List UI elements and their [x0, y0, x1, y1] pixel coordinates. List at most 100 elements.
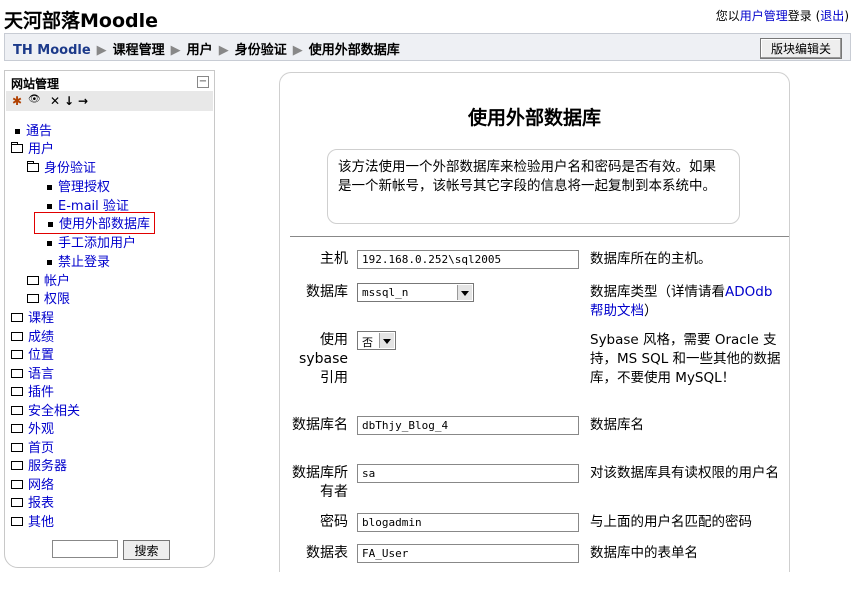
tree-item-label[interactable]: 网络 — [28, 478, 54, 493]
breadcrumb-sep-icon: ▶ — [96, 43, 107, 58]
move-down-icon[interactable]: ↓ — [64, 94, 74, 108]
password-field[interactable]: blogadmin — [357, 513, 579, 532]
tree-item-location[interactable]: 位置 — [11, 344, 54, 363]
admin-search-input[interactable] — [52, 540, 118, 558]
field-label: 密码 — [320, 514, 348, 530]
folder-icon — [11, 332, 23, 341]
tree-item-grades[interactable]: 成绩 — [11, 326, 54, 345]
tree-item-appearance[interactable]: 外观 — [11, 418, 54, 437]
site-admin-block: 网站管理 − ✱ 👁 ✕ ↓ → 通告 用户 身份验证 管理授权 E-mail … — [4, 70, 215, 568]
breadcrumb-home[interactable]: TH Moodle — [13, 43, 91, 58]
bullet-icon — [15, 129, 20, 134]
tree-item-external-db[interactable]: 使用外部数据库 — [34, 212, 156, 234]
db-type-select[interactable]: mssql_n — [357, 283, 474, 302]
tree-item-label[interactable]: 使用外部数据库 — [59, 217, 150, 232]
admin-search-button[interactable]: 搜索 — [123, 540, 170, 560]
db-user-field[interactable]: sa — [357, 464, 579, 483]
tree-item-label[interactable]: 插件 — [28, 385, 54, 400]
bullet-icon — [48, 222, 53, 227]
delete-icon[interactable]: ✕ — [50, 94, 60, 108]
tree-item-label[interactable]: 外观 — [28, 422, 54, 437]
tree-item-label[interactable]: 手工添加用户 — [58, 236, 136, 251]
tree-item-misc[interactable]: 其他 — [11, 511, 54, 530]
field-label: 使用 sybase 引用 — [299, 332, 348, 386]
field-label: 数据库名 — [292, 417, 348, 433]
tree-item-accounts[interactable]: 帐户 — [27, 270, 70, 289]
tree-item-label[interactable]: 语言 — [28, 367, 54, 382]
logout-link[interactable]: 退出 — [820, 9, 844, 23]
tree-item-label[interactable]: 服务器 — [28, 459, 67, 474]
breadcrumb-course-admin[interactable]: 课程管理 — [113, 43, 165, 58]
tree-item-courses[interactable]: 课程 — [11, 307, 54, 326]
field-label: 数据库 — [306, 284, 348, 300]
table-field[interactable]: FA_User — [357, 544, 579, 563]
breadcrumb-sep-icon: ▶ — [170, 43, 181, 58]
collapse-icon[interactable]: − — [197, 76, 209, 88]
tree-item-notifications[interactable]: 通告 — [15, 120, 52, 139]
main-content: 使用外部数据库 该方法使用一个外部数据库来检验用户名和密码是否有效。如果是一个新… — [279, 72, 790, 572]
tree-item-label[interactable]: 报表 — [28, 496, 54, 511]
field-label: 数据库所有者 — [292, 465, 348, 500]
site-title: 天河部落Moodle — [4, 10, 159, 32]
tree-item-manage-auth[interactable]: 管理授权 — [47, 176, 110, 195]
login-info: 您以用户管理登录 (退出) — [716, 7, 849, 24]
dropdown-arrow-icon[interactable] — [457, 285, 472, 300]
block-edit-toggle-button[interactable]: 版块编辑关 — [759, 38, 842, 59]
folder-open-icon — [27, 161, 39, 172]
tree-item-label[interactable]: 身份验证 — [44, 161, 96, 176]
tree-item-no-login[interactable]: 禁止登录 — [47, 251, 110, 270]
folder-icon — [11, 480, 23, 489]
db-name-field[interactable]: dbThjy_Blog_4 — [357, 416, 579, 435]
tree-item-label[interactable]: 用户 — [28, 142, 54, 157]
breadcrumb-sep-icon: ▶ — [292, 43, 303, 58]
tree-item-users[interactable]: 用户 — [11, 138, 54, 157]
breadcrumb-current: 使用外部数据库 — [308, 43, 400, 58]
tree-item-permissions[interactable]: 权限 — [27, 288, 70, 307]
bullet-icon — [47, 241, 52, 246]
folder-icon — [27, 276, 39, 285]
tree-item-label[interactable]: 首页 — [28, 441, 54, 456]
folder-icon — [11, 369, 23, 378]
block-tools: ✱ 👁 ✕ ↓ → — [6, 91, 213, 111]
tree-item-label[interactable]: 权限 — [44, 292, 70, 307]
tree-item-server[interactable]: 服务器 — [11, 455, 67, 474]
tree-item-authentication[interactable]: 身份验证 — [27, 157, 96, 176]
tree-item-plugins[interactable]: 插件 — [11, 381, 54, 400]
folder-icon — [11, 350, 23, 359]
folder-icon — [11, 313, 23, 322]
field-label: 主机 — [320, 251, 348, 267]
tree-item-network[interactable]: 网络 — [11, 474, 54, 493]
tree-item-label[interactable]: 课程 — [28, 311, 54, 326]
tree-item-label[interactable]: 安全相关 — [28, 404, 80, 419]
move-right-icon[interactable]: → — [78, 94, 88, 108]
tree-item-label[interactable]: 管理授权 — [58, 180, 110, 195]
dropdown-arrow-icon[interactable] — [379, 333, 394, 348]
breadcrumb-auth[interactable]: 身份验证 — [235, 43, 287, 58]
breadcrumb: TH Moodle ▶ 课程管理 ▶ 用户 ▶ 身份验证 ▶ 使用外部数据库 — [13, 39, 400, 58]
tree-item-label[interactable]: 通告 — [26, 124, 52, 139]
user-profile-link[interactable]: 用户管理 — [740, 9, 788, 23]
tree-item-label[interactable]: 成绩 — [28, 330, 54, 345]
tree-item-manual-add[interactable]: 手工添加用户 — [47, 232, 136, 251]
field-description: Sybase 风格，需要 Oracle 支持，MS SQL 和一些其他的数据库，… — [590, 332, 781, 386]
tree-item-label[interactable]: 禁止登录 — [58, 255, 110, 270]
tree-item-label[interactable]: 帐户 — [44, 274, 70, 289]
navbar: TH Moodle ▶ 课程管理 ▶ 用户 ▶ 身份验证 ▶ 使用外部数据库 版块编辑关 — [4, 33, 851, 61]
field-description: 数据库所在的主机。 — [590, 251, 712, 267]
breadcrumb-users[interactable]: 用户 — [187, 43, 213, 58]
tree-item-reports[interactable]: 报表 — [11, 492, 54, 511]
eye-icon[interactable]: 👁 — [28, 94, 41, 105]
select-value: mssql_n — [362, 286, 409, 299]
tree-item-label[interactable]: 其他 — [28, 515, 54, 530]
folder-icon — [11, 406, 23, 415]
field-description: 数据库名 — [590, 417, 644, 433]
login-close: ) — [844, 9, 849, 23]
block-title: 网站管理 — [11, 77, 60, 91]
tree-item-language[interactable]: 语言 — [11, 363, 54, 382]
sybase-select[interactable]: 否 — [357, 331, 396, 350]
tree-item-label[interactable]: 位置 — [28, 348, 54, 363]
assign-roles-icon[interactable]: ✱ — [12, 94, 22, 108]
host-field[interactable]: 192.168.0.252\sql2005 — [357, 250, 579, 269]
tree-item-security[interactable]: 安全相关 — [11, 400, 80, 419]
tree-item-frontpage[interactable]: 首页 — [11, 437, 54, 456]
